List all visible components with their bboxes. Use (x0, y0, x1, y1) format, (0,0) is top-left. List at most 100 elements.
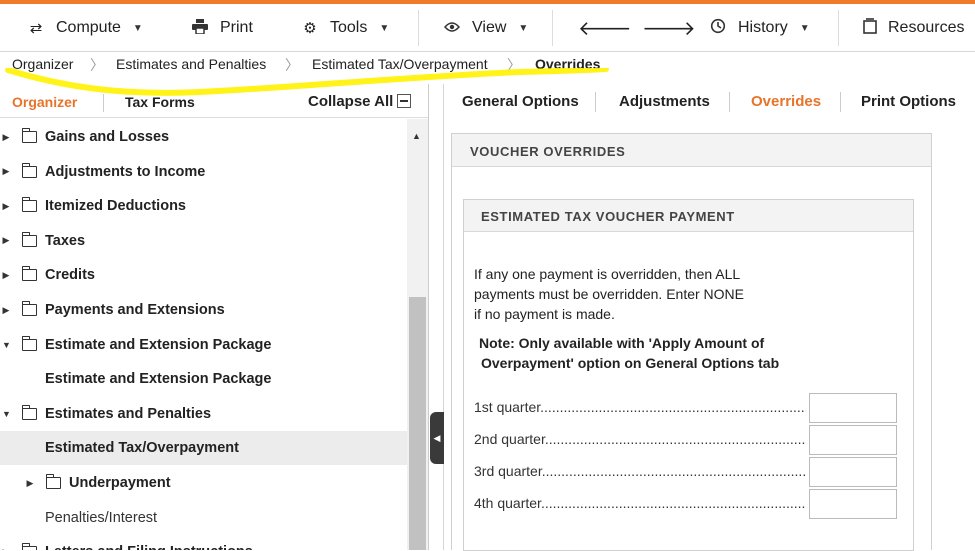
folder-icon (21, 404, 37, 420)
tree-folder-item[interactable]: ▶ Underpayment (0, 466, 407, 500)
scroll-up-arrow-icon[interactable]: ▲ (412, 131, 421, 141)
note-text: Note: Only available with 'Apply Amount … (479, 333, 809, 373)
compute-arrows-icon: ⇄ (29, 20, 43, 37)
eye-icon (442, 20, 462, 37)
collapse-panel-handle[interactable]: ◀ (430, 412, 444, 464)
quarter-4-input[interactable] (809, 489, 897, 519)
tree-item-label: Taxes (45, 232, 86, 249)
history-label: History (738, 19, 788, 36)
breadcrumb-item-estimates-penalties[interactable]: Estimates and Penalties (116, 56, 266, 72)
tab-separator (103, 94, 104, 112)
tab-separator (595, 92, 596, 112)
note-line: Overpayment' option on General Options t… (481, 355, 780, 371)
history-button[interactable]: History ▼ (708, 4, 810, 52)
tree-item-label: Underpayment (69, 475, 171, 491)
tree-folder-item[interactable]: ▶ Payments and Extensions (0, 293, 407, 327)
panel-divider[interactable] (428, 84, 444, 550)
note-line: Note: Only available with 'Apply Amount … (479, 335, 765, 351)
compute-button[interactable]: ⇄ Compute ▼ (26, 4, 143, 52)
section-title: ESTIMATED TAX VOUCHER PAYMENT (464, 200, 913, 232)
tree-folder-item[interactable]: ▶ Itemized Deductions (0, 189, 407, 223)
tree-folder-item[interactable]: ▶ Adjustments to Income (0, 155, 407, 189)
chevron-down-icon: ▼ (799, 22, 810, 34)
right-tab-bar: General Options Adjustments Overrides Pr… (445, 84, 975, 118)
tab-tax-forms[interactable]: Tax Forms (125, 94, 195, 110)
tab-print-options[interactable]: Print Options (861, 93, 956, 110)
caret-right-icon[interactable]: ▶ (2, 235, 10, 246)
breadcrumb-item-current: Overrides (535, 56, 601, 72)
book-icon (860, 18, 880, 38)
collapse-all-button[interactable]: Collapse All (308, 93, 412, 110)
print-label: Print (220, 19, 253, 36)
folder-icon (21, 335, 37, 351)
instructions-line: If any one payment is overridden, then A… (474, 266, 741, 282)
breadcrumb-item-organizer[interactable]: Organizer (12, 56, 73, 72)
panel-title: VOUCHER OVERRIDES (452, 134, 931, 167)
chevron-down-icon: ▼ (132, 22, 143, 34)
quarter-row: 4th quarter.............................… (474, 489, 904, 519)
quarter-1-input[interactable] (809, 393, 897, 423)
scrollbar-thumb[interactable] (409, 297, 426, 550)
left-panel-header: Organizer Tax Forms Collapse All (0, 84, 428, 118)
tree-folder-item[interactable]: ▼ Estimates and Penalties (0, 397, 407, 431)
caret-down-icon[interactable]: ▼ (2, 409, 11, 419)
tools-button[interactable]: ⚙ Tools ▼ (300, 4, 389, 52)
estimated-tax-voucher-section: ESTIMATED TAX VOUCHER PAYMENT If any one… (463, 199, 914, 551)
tree-folder-item[interactable]: ▶ Credits (0, 258, 407, 292)
view-label: View (472, 19, 507, 36)
quarter-label: 2nd quarter.............................… (474, 431, 806, 447)
tree-item-label: Estimated Tax/Overpayment (45, 440, 239, 457)
tree-item-label: Estimate and Extension Package (45, 371, 272, 388)
arrow-left-icon: 🡐 (578, 17, 632, 40)
folder-icon (45, 474, 61, 489)
quarter-2-input[interactable] (809, 425, 897, 455)
tab-overrides[interactable]: Overrides (751, 93, 821, 110)
breadcrumb: Organizer 〉 Estimates and Penalties 〉 Es… (0, 53, 975, 77)
tools-label: Tools (330, 19, 368, 36)
tree-folder-item[interactable]: ▶Letters and Filing Instructions (0, 535, 407, 550)
caret-right-icon[interactable]: ▶ (26, 478, 34, 489)
caret-down-icon[interactable]: ▼ (2, 340, 11, 350)
chevron-right-icon: 〉 (90, 57, 104, 73)
quarter-row: 3rd quarter.............................… (474, 457, 904, 487)
caret-right-icon[interactable]: ▶ (2, 166, 10, 177)
caret-right-icon[interactable]: ▶ (2, 132, 10, 143)
tree-form-item[interactable]: Estimated Tax/Overpayment (0, 431, 407, 466)
tree-item-label: Penalties/Interest (45, 509, 158, 526)
toolbar-separator (838, 10, 839, 46)
tab-general-options[interactable]: General Options (462, 93, 579, 110)
print-button[interactable]: Print (190, 4, 253, 52)
resources-button[interactable]: Resources (860, 4, 964, 52)
chevron-right-icon: 〉 (285, 57, 299, 73)
tree-form-item[interactable]: Penalties/Interest (0, 501, 407, 535)
folder-icon (21, 301, 37, 316)
chevron-right-icon: 〉 (507, 57, 521, 73)
quarter-label: 3rd quarter.............................… (474, 463, 806, 479)
quarter-label: 1st quarter.............................… (474, 399, 806, 415)
tab-adjustments[interactable]: Adjustments (619, 93, 710, 110)
tree-folder-item[interactable]: ▼ Estimate and Extension Package (0, 328, 407, 362)
printer-icon (190, 18, 210, 38)
tree-folder-item[interactable]: ▶ Taxes (0, 224, 407, 258)
caret-right-icon[interactable]: ▶ (2, 270, 10, 281)
caret-right-icon[interactable]: ▶ (2, 201, 10, 212)
forward-arrow-button[interactable]: 🡒 (642, 4, 696, 52)
folder-icon (21, 231, 37, 247)
tree-form-item[interactable]: Estimate and Extension Package (0, 362, 407, 396)
breadcrumb-item-estimated-tax[interactable]: Estimated Tax/Overpayment (312, 56, 488, 72)
back-arrow-button[interactable]: 🡐 (578, 4, 632, 52)
instructions-line: if no payment is made. (474, 306, 615, 322)
caret-right-icon[interactable]: ▶ (2, 305, 10, 316)
quarter-3-input[interactable] (809, 457, 897, 487)
tree-item-label: Estimate and Extension Package (45, 336, 272, 353)
tab-organizer[interactable]: Organizer (12, 94, 77, 110)
toolbar-separator (552, 10, 553, 46)
chevron-down-icon: ▼ (379, 22, 390, 34)
quarter-row: 2nd quarter.............................… (474, 425, 904, 455)
tree-scrollbar[interactable]: ▲ (407, 119, 428, 550)
toolbar-separator (418, 10, 419, 46)
view-button[interactable]: View ▼ (442, 4, 528, 52)
folder-icon (21, 197, 37, 213)
folder-icon (21, 266, 37, 282)
tree-folder-item[interactable]: ▶ Gains and Losses (0, 120, 407, 154)
